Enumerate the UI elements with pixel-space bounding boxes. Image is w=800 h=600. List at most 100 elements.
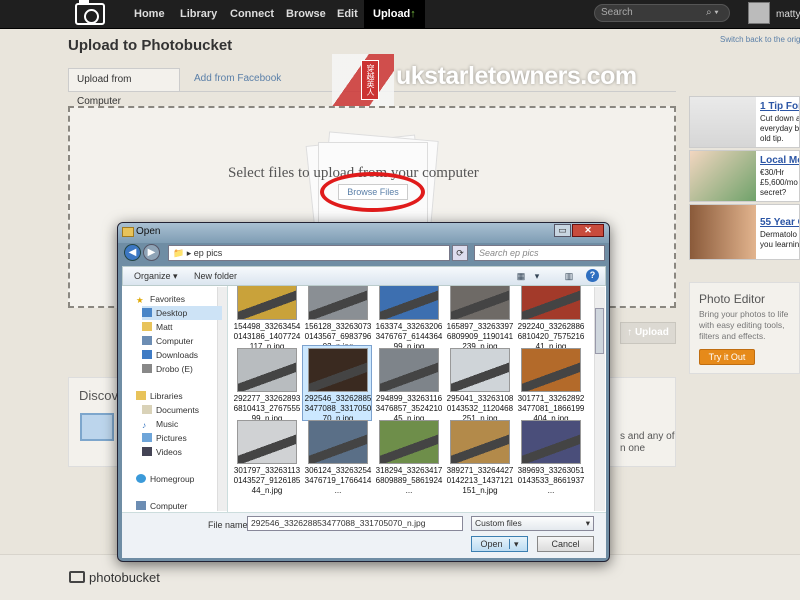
search-dropdown-icon[interactable]: ⌕ ▾: [706, 6, 728, 20]
username[interactable]: matty: [776, 0, 800, 29]
file-item[interactable]: 292277_33262893 6810413_2767555 99_n.jpg: [233, 348, 303, 423]
back-arrow-icon[interactable]: ◀: [124, 244, 141, 261]
organize-button[interactable]: Organize ▾: [134, 268, 178, 284]
preview-pane-icon[interactable]: ▥: [562, 269, 576, 283]
nav-item-homegroup[interactable]: Homegroup: [136, 472, 216, 486]
user-folder-icon: [142, 322, 152, 331]
nav-edit[interactable]: Edit: [328, 0, 367, 29]
nav-item-documents[interactable]: Documents: [142, 403, 222, 417]
open-button[interactable]: Open ▾: [471, 536, 528, 552]
file-name: 301797_33263113 0143527_9126185 44_n.jpg: [233, 466, 301, 495]
ad-image: [690, 205, 756, 259]
nav-item-videos[interactable]: Videos: [142, 445, 222, 459]
chevron-down-icon[interactable]: ▾: [509, 539, 519, 549]
footer-logo-text[interactable]: photobucket: [89, 570, 160, 585]
watermark-text: ukstarletowners.com: [396, 62, 637, 90]
view-options-icon[interactable]: ▦: [514, 269, 528, 283]
nav-item-label: Drobo (E): [156, 364, 193, 374]
address-folder: ep pics: [193, 248, 223, 258]
try-it-out-button[interactable]: Try it Out: [699, 349, 755, 365]
file-item[interactable]: 165897_33263397 6809909_1190141 239_n.jp…: [446, 286, 516, 351]
file-item[interactable]: 306124_33263254 3476719_1766414 ...: [304, 420, 374, 495]
ad-text: Cut down a: [760, 114, 800, 123]
nav-item-downloads[interactable]: Downloads: [142, 348, 222, 362]
address-bar[interactable]: 📁 ▸ ep pics: [168, 245, 450, 261]
forward-arrow-icon[interactable]: ▶: [143, 244, 160, 261]
nav-item-libraries[interactable]: Libraries: [136, 389, 216, 403]
ad-title[interactable]: 55 Year O: [760, 217, 799, 228]
help-icon[interactable]: ?: [586, 269, 599, 282]
highlight-circle: [320, 172, 425, 212]
file-item[interactable]: 156128_33263073 0143567_6983796 03_n.jpg: [304, 286, 374, 351]
file-item[interactable]: 389271_33264427 0142213_1437121 151_n.jp…: [446, 420, 516, 495]
nav-item-computer-root[interactable]: Computer: [136, 499, 216, 513]
switch-back-link[interactable]: Switch back to the origi: [720, 35, 800, 44]
nav-item-music[interactable]: ♪ Music: [142, 417, 222, 431]
minimize-icon[interactable]: ▭: [554, 224, 571, 237]
nav-item-computer[interactable]: Computer: [142, 334, 222, 348]
monitor-icon: [80, 413, 114, 441]
nav-item-desktop[interactable]: Desktop: [142, 306, 222, 320]
watermark-cjk-text: 穿越英人: [361, 60, 379, 100]
tab-add-from-facebook[interactable]: Add from Facebook: [186, 68, 289, 92]
file-item[interactable]: 292546_33262885 3477088_3317050 70_n.jpg: [302, 345, 374, 423]
new-folder-button[interactable]: New folder: [194, 268, 237, 284]
cancel-button[interactable]: Cancel: [537, 536, 594, 552]
ad-title[interactable]: 1 Tip For: [760, 101, 799, 112]
dialog-titlebar[interactable]: [118, 223, 609, 243]
chevron-down-icon[interactable]: ▾: [530, 269, 544, 283]
scrollbar-thumb[interactable]: [595, 308, 604, 354]
nav-home[interactable]: Home: [125, 0, 174, 29]
nav-upload[interactable]: Upload↑: [364, 0, 425, 29]
photobucket-logo-icon[interactable]: [69, 571, 85, 583]
file-name-label: File name:: [208, 520, 251, 530]
nav-connect[interactable]: Connect: [221, 0, 283, 29]
avatar[interactable]: [748, 2, 770, 24]
image-thumbnail: [450, 286, 510, 320]
nav-item-pictures[interactable]: Pictures: [142, 431, 222, 445]
discover-text: n one: [620, 443, 646, 454]
nav-item-label: Computer: [156, 336, 194, 346]
file-name: 389693_33263051 0143533_8661937 ...: [517, 466, 585, 495]
star-icon: ★: [136, 295, 144, 305]
ad-text: you learnin: [760, 240, 800, 249]
upload-button[interactable]: ↑ Upload: [620, 322, 676, 344]
ad-2[interactable]: Local Mo €30/Hr £5,600/mo secret?: [689, 150, 800, 202]
documents-icon: [142, 405, 152, 414]
folder-icon: [122, 227, 134, 237]
ad-1[interactable]: 1 Tip For Cut down a everyday b old tip.: [689, 96, 800, 148]
photobucket-logo-icon[interactable]: [75, 0, 105, 25]
file-item[interactable]: 163374_33263206 3476767_6144364 99_n.jpg: [375, 286, 445, 351]
discover-text: s and any of: [620, 431, 675, 442]
file-item[interactable]: 294899_33263116 3476857_3524210 45_n.jpg: [375, 348, 445, 423]
file-item[interactable]: 292240_33262886 6810420_7575216 41_n.jpg: [517, 286, 587, 351]
ad-text: secret?: [760, 188, 787, 197]
file-item[interactable]: 301797_33263113 0143527_9126185 44_n.jpg: [233, 420, 303, 495]
open-button-label: Open: [480, 539, 503, 549]
dialog-search-input[interactable]: Search ep pics: [474, 245, 605, 261]
music-icon: ♪: [142, 420, 147, 430]
file-item[interactable]: 318294_33263417 6809889_5861924 ...: [375, 420, 445, 495]
image-thumbnail: [308, 348, 368, 392]
ad-image: [690, 151, 756, 201]
file-type-select[interactable]: Custom files ▾: [471, 516, 594, 531]
refresh-icon[interactable]: ⟳: [452, 245, 468, 261]
nav-item-drobo[interactable]: Drobo (E): [142, 362, 222, 376]
nav-item-label: Computer: [150, 501, 188, 511]
photo-editor-text: Bring your photos to life with easy edit…: [699, 309, 789, 341]
tab-upload-from-computer[interactable]: Upload from Computer: [68, 68, 180, 107]
nav-item-favorites[interactable]: ★ Favorites: [136, 292, 216, 306]
file-item[interactable]: 295041_33263108 0143532_1120468 251_n.jp…: [446, 348, 516, 423]
ad-title[interactable]: Local Mo: [760, 155, 799, 166]
ad-3[interactable]: 55 Year O Dermatolo you learnin: [689, 204, 800, 260]
close-icon[interactable]: ✕: [572, 224, 604, 237]
file-item[interactable]: 389693_33263051 0143533_8661937 ...: [517, 420, 587, 495]
nav-library[interactable]: Library: [171, 0, 226, 29]
nav-browse[interactable]: Browse: [277, 0, 335, 29]
file-item[interactable]: 154498_33263454 0143186_1407724 117_n.jp…: [233, 286, 303, 351]
libraries-icon: [136, 391, 146, 400]
file-name-input[interactable]: 292546_332628853477088_331705070_n.jpg: [247, 516, 463, 531]
image-thumbnail: [237, 286, 297, 320]
nav-item-matt[interactable]: Matt: [142, 320, 222, 334]
file-item[interactable]: 301771_33262892 3477081_1866199 404_n.jp…: [517, 348, 587, 423]
